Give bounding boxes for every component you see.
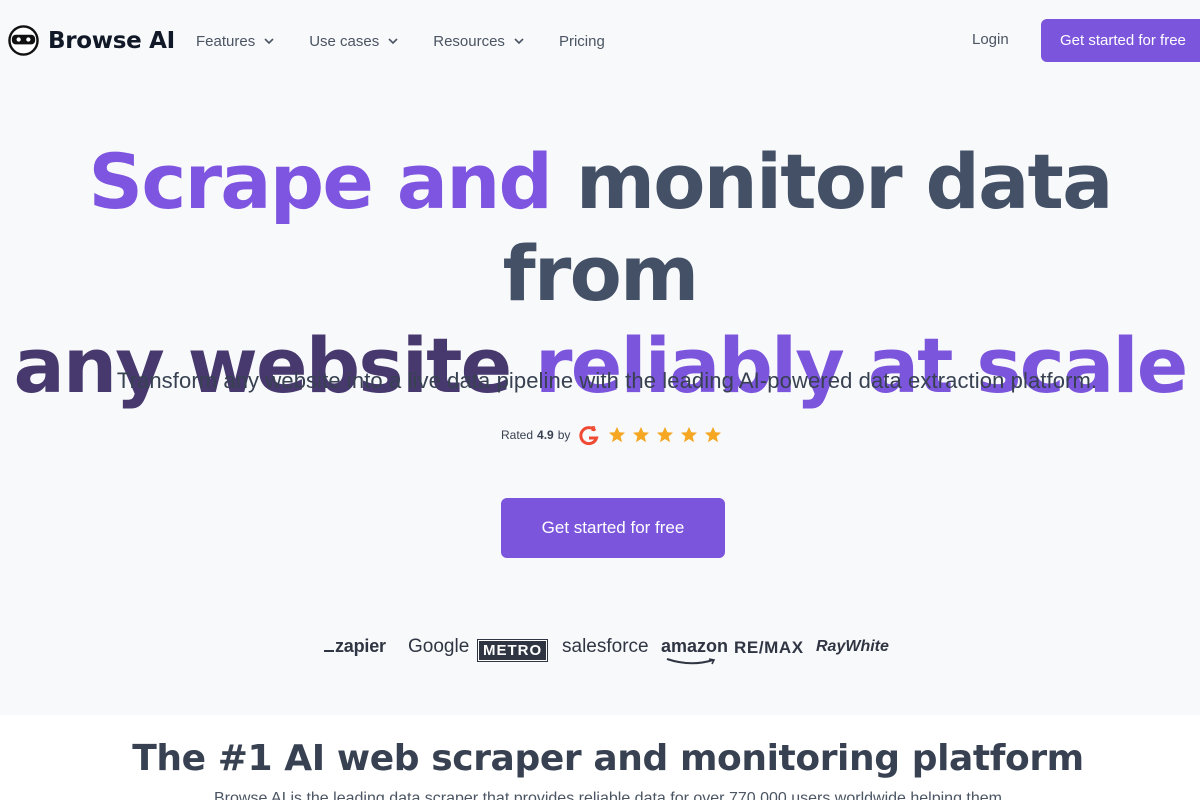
star-icon bbox=[705, 426, 722, 443]
main-menu: Features Use cases Resources Pricing bbox=[196, 30, 639, 52]
amazon-logo-text: amazon bbox=[661, 636, 729, 656]
section-title: The #1 AI web scraper and monitoring pla… bbox=[132, 738, 1084, 779]
amazon-logo: amazon bbox=[661, 636, 729, 665]
rating-prefix: Rated bbox=[501, 428, 534, 442]
metro-logo: METRO bbox=[476, 639, 549, 662]
platform-section: The #1 AI web scraper and monitoring pla… bbox=[0, 715, 1200, 800]
star-icon bbox=[657, 426, 674, 443]
rating-value: 4.9 bbox=[537, 428, 554, 442]
brand-logo[interactable]: Browse AI bbox=[8, 25, 175, 56]
menu-resources[interactable]: Resources bbox=[433, 30, 525, 52]
chevron-down-icon bbox=[514, 38, 524, 45]
rating-suffix: by bbox=[557, 428, 571, 442]
customer-logos: zapier Google METRO salesforce amazon RE… bbox=[0, 632, 1200, 665]
star-icon bbox=[681, 426, 698, 443]
raywhite-logo: RayWhite bbox=[816, 638, 889, 655]
g2-icon: 2 bbox=[579, 425, 599, 446]
star-icon bbox=[609, 426, 626, 443]
amazon-smile-icon bbox=[666, 658, 716, 665]
star-icon bbox=[633, 426, 650, 443]
zapier-logo-text: zapier bbox=[335, 636, 386, 656]
chevron-down-icon bbox=[388, 38, 398, 45]
remax-logo: RE/MAX bbox=[734, 638, 804, 657]
menu-use-cases-label: Use cases bbox=[309, 32, 380, 50]
menu-pricing-label: Pricing bbox=[558, 32, 605, 50]
rating-row: Rated 4.9 by 2 bbox=[501, 424, 728, 446]
menu-features[interactable]: Features bbox=[196, 30, 275, 52]
hero-subtitle: Transform any website into a live data p… bbox=[116, 368, 1098, 393]
hero-title-part: monitor data from bbox=[502, 137, 1114, 318]
zapier-logo: zapier bbox=[324, 636, 386, 657]
robot-logo-icon bbox=[8, 25, 39, 56]
nav-get-started-button[interactable]: Get started for free bbox=[1041, 19, 1200, 62]
menu-pricing[interactable]: Pricing bbox=[559, 30, 605, 52]
menu-resources-label: Resources bbox=[433, 32, 505, 50]
section-description: Browse AI is the leading data scraper th… bbox=[213, 790, 1002, 800]
google-logo: Google bbox=[408, 636, 470, 657]
salesforce-logo: salesforce bbox=[562, 636, 649, 657]
hero-title-part: and bbox=[372, 137, 576, 226]
menu-use-cases[interactable]: Use cases bbox=[309, 30, 399, 52]
svg-text:2: 2 bbox=[591, 425, 596, 433]
login-link[interactable]: Login bbox=[972, 31, 1009, 48]
chevron-down-icon bbox=[264, 38, 274, 45]
hero-title-part: reliably at scale bbox=[535, 321, 1188, 410]
hero-get-started-button[interactable]: Get started for free bbox=[501, 498, 725, 558]
hero-title-part: any website bbox=[13, 321, 536, 410]
brand-name: Browse AI bbox=[48, 27, 175, 54]
menu-features-label: Features bbox=[196, 32, 256, 50]
top-navigation: Browse AI Features Use cases Resources P… bbox=[0, 0, 1200, 82]
hero-title-part: Scrape bbox=[88, 137, 374, 226]
